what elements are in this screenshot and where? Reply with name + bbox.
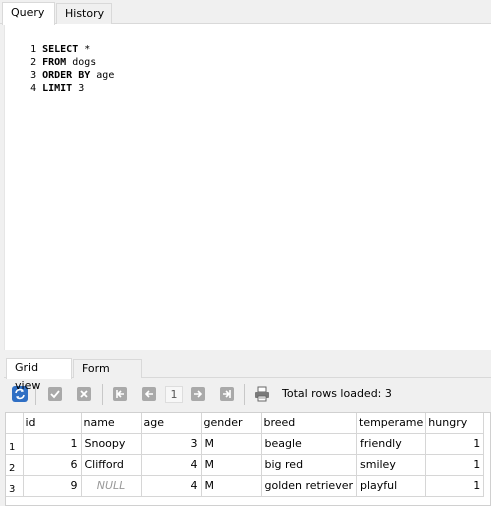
cell-breed[interactable]: beagle bbox=[261, 433, 357, 455]
toolbar-separator bbox=[244, 384, 245, 405]
cell-gender[interactable]: M bbox=[201, 475, 262, 497]
cell-gender[interactable]: M bbox=[201, 454, 262, 476]
table-header-row: id name age gender breed temperame hungr… bbox=[6, 413, 485, 434]
line-number: 4 bbox=[30, 83, 37, 94]
code-line-3: 3 ORDER BY age bbox=[6, 56, 114, 81]
column-header-breed[interactable]: breed bbox=[261, 413, 357, 434]
cell-age[interactable]: 4 bbox=[141, 475, 202, 497]
row-number: 2 bbox=[6, 454, 24, 476]
cell-id[interactable]: 1 bbox=[23, 433, 82, 455]
results-toolbar: 1 Total rows loaded: 3 bbox=[4, 379, 491, 409]
prev-page-icon bbox=[142, 387, 156, 401]
next-page-button[interactable] bbox=[189, 385, 207, 403]
results-table: id name age gender breed temperame hungr… bbox=[6, 413, 485, 497]
first-page-button[interactable] bbox=[111, 385, 129, 403]
sql-keyword: LIMIT bbox=[42, 83, 73, 94]
cell-name-null[interactable]: NULL bbox=[81, 475, 142, 497]
print-icon bbox=[255, 386, 269, 402]
sql-text: age bbox=[90, 70, 115, 81]
row-number: 3 bbox=[6, 475, 24, 497]
code-line-4: 4 LIMIT 3 bbox=[6, 69, 84, 94]
tab-form-view[interactable]: Form view bbox=[73, 359, 142, 393]
cell-id[interactable]: 6 bbox=[23, 454, 82, 476]
code-line-2: 2 FROM dogs bbox=[6, 43, 96, 68]
cell-hungry[interactable]: 1 bbox=[425, 433, 485, 455]
cell-gender[interactable]: M bbox=[201, 433, 262, 455]
results-tabbar: Grid view Form view bbox=[4, 356, 491, 393]
cell-temperament[interactable]: playful bbox=[356, 475, 427, 497]
first-page-icon bbox=[113, 387, 127, 401]
row-number: 1 bbox=[6, 433, 24, 455]
row-number-header bbox=[6, 413, 24, 434]
query-tabbar: Query History bbox=[0, 0, 491, 25]
rollback-x-icon bbox=[77, 387, 91, 401]
cell-id[interactable]: 9 bbox=[23, 475, 82, 497]
cell-hungry[interactable]: 1 bbox=[425, 454, 485, 476]
rollback-button[interactable] bbox=[75, 385, 93, 403]
table-row[interactable]: 2 6 Clifford 4 M big red smiley 1 bbox=[6, 454, 485, 476]
column-header-gender[interactable]: gender bbox=[201, 413, 262, 434]
prev-page-button[interactable] bbox=[140, 385, 158, 403]
column-header-id[interactable]: id bbox=[23, 413, 82, 434]
cell-age[interactable]: 4 bbox=[141, 454, 202, 476]
tab-history[interactable]: History bbox=[56, 3, 112, 24]
commit-check-icon bbox=[48, 387, 62, 401]
results-grid[interactable]: id name age gender breed temperame hungr… bbox=[5, 412, 491, 506]
last-page-icon bbox=[220, 387, 234, 401]
cell-temperament[interactable]: friendly bbox=[356, 433, 427, 455]
results-panel: Grid view Form view bbox=[4, 352, 491, 506]
toolbar-separator bbox=[102, 384, 103, 405]
column-header-temperament[interactable]: temperame bbox=[356, 413, 427, 434]
print-button[interactable] bbox=[253, 385, 271, 403]
page-number[interactable]: 1 bbox=[165, 386, 183, 403]
cell-age[interactable]: 3 bbox=[141, 433, 202, 455]
cell-hungry[interactable]: 1 bbox=[425, 475, 485, 497]
sql-editor[interactable]: 1 SELECT * 2 FROM dogs 3 ORDER BY age 4 LIMI… bbox=[4, 24, 491, 350]
cell-temperament[interactable]: smiley bbox=[356, 454, 427, 476]
cell-breed[interactable]: big red bbox=[261, 454, 357, 476]
sql-text: 3 bbox=[72, 83, 85, 94]
code-line-1: 1 SELECT * bbox=[6, 30, 90, 55]
next-page-icon bbox=[191, 387, 205, 401]
commit-button[interactable] bbox=[46, 385, 64, 403]
table-row[interactable]: 1 1 Snoopy 3 M beagle friendly 1 bbox=[6, 433, 485, 455]
cell-breed[interactable]: golden retriever bbox=[261, 475, 357, 497]
cell-name[interactable]: Snoopy bbox=[81, 433, 142, 455]
cell-name[interactable]: Clifford bbox=[81, 454, 142, 476]
tab-query[interactable]: Query bbox=[2, 2, 55, 25]
column-header-name[interactable]: name bbox=[81, 413, 142, 434]
tab-grid-view[interactable]: Grid view bbox=[6, 358, 72, 392]
column-header-hungry[interactable]: hungry bbox=[425, 413, 485, 434]
last-page-button[interactable] bbox=[218, 385, 236, 403]
table-row[interactable]: 3 9 NULL 4 M golden retriever playful 1 bbox=[6, 475, 485, 497]
total-rows-label: Total rows loaded: 3 bbox=[282, 387, 392, 400]
column-header-age[interactable]: age bbox=[141, 413, 202, 434]
